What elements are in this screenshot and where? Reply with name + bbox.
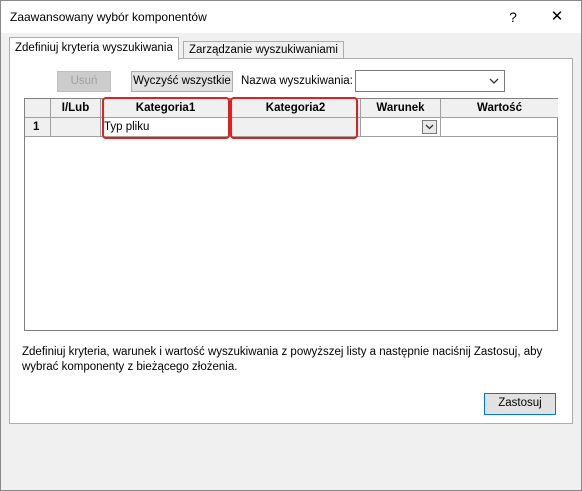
advanced-component-selection-dialog: Zaawansowany wybór komponentów ? ✕ Zdefi… [0, 0, 582, 491]
category1-highlight [102, 97, 230, 139]
condition-dropdown-button[interactable] [422, 120, 437, 134]
criteria-grid: I/Lub Kategoria1 Kategoria2 Warunek Wart… [24, 97, 558, 331]
search-name-label: Nazwa wyszukiwania: [241, 75, 353, 87]
help-button[interactable]: ? [499, 5, 527, 29]
title-bar: Zaawansowany wybór komponentów ? ✕ [1, 1, 581, 33]
apply-button[interactable]: Zastosuj [484, 393, 556, 415]
search-name-combobox[interactable] [355, 70, 505, 92]
define-criteria-panel: Usuń Wyczyść wszystkie Nazwa wyszukiwani… [9, 58, 573, 424]
condition-cell[interactable] [361, 118, 441, 137]
and-or-cell[interactable] [51, 118, 101, 137]
delete-button[interactable]: Usuń [57, 71, 111, 92]
column-header-and-or[interactable]: I/Lub [51, 99, 101, 118]
window-title: Zaawansowany wybór komponentów [10, 10, 207, 24]
tab-manage-searches[interactable]: Zarządzanie wyszukiwaniami [183, 41, 344, 59]
column-header-condition[interactable]: Warunek [361, 99, 441, 118]
row-number: 1 [25, 118, 51, 137]
instructions-text: Zdefiniuj kryteria, warunek i wartość wy… [22, 346, 543, 373]
chevron-down-icon [425, 124, 434, 130]
column-header-row-number [25, 99, 51, 118]
clear-all-button[interactable]: Wyczyść wszystkie [131, 71, 233, 92]
chevron-down-icon [489, 78, 499, 84]
column-header-value[interactable]: Wartość [441, 99, 558, 118]
tab-define-criteria[interactable]: Zdefiniuj kryteria wyszukiwania [9, 37, 179, 60]
close-button[interactable]: ✕ [543, 5, 571, 29]
category2-highlight [230, 97, 358, 139]
value-cell[interactable] [441, 118, 558, 137]
